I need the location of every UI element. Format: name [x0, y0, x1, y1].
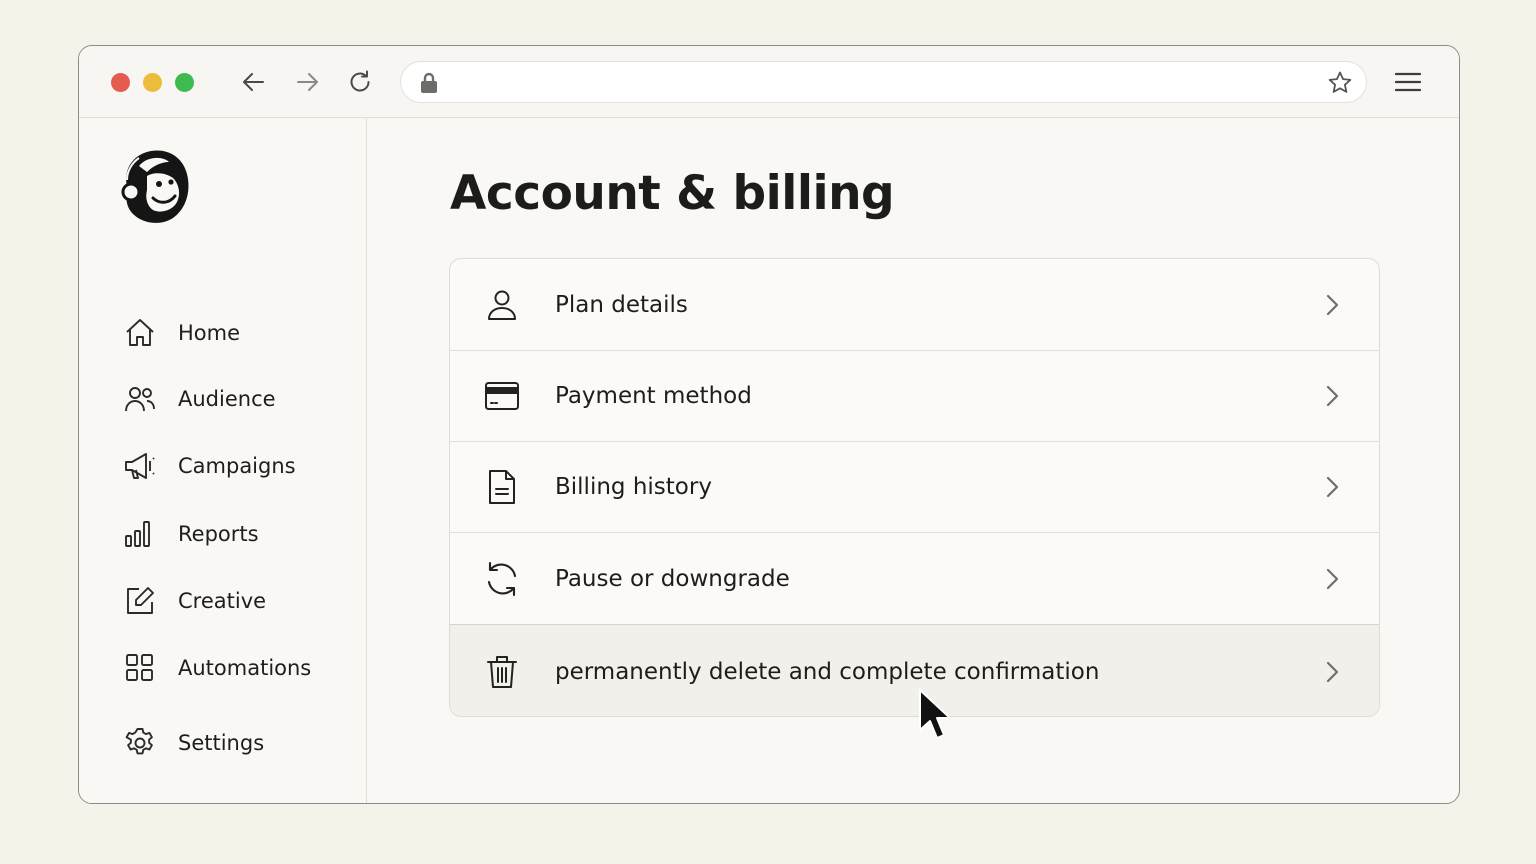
reload-icon[interactable] — [346, 68, 374, 96]
maximize-window-button[interactable] — [175, 73, 194, 92]
megaphone-icon — [123, 449, 157, 483]
sidebar-item-reports[interactable]: Reports — [123, 514, 343, 554]
plan-details-row[interactable]: Plan details — [450, 259, 1379, 351]
user-icon — [482, 285, 522, 325]
browser-toolbar — [79, 46, 1459, 118]
lock-icon — [417, 71, 441, 95]
credit-card-icon — [482, 376, 522, 416]
users-icon — [123, 382, 157, 416]
payment-method-row[interactable]: Payment method — [450, 350, 1379, 442]
chevron-right-icon — [1319, 383, 1345, 409]
chevron-right-icon — [1319, 292, 1345, 318]
billing-history-row[interactable]: Billing history — [450, 441, 1379, 533]
star-icon[interactable] — [1326, 69, 1354, 97]
pause-downgrade-row[interactable]: Pause or downgrade — [450, 533, 1379, 625]
minimize-window-button[interactable] — [143, 73, 162, 92]
mailchimp-freddie-logo[interactable] — [117, 146, 193, 226]
sidebar-item-label: Home — [178, 321, 241, 345]
row-label: Plan details — [555, 291, 688, 318]
sidebar-item-creative[interactable]: Creative — [123, 581, 343, 621]
sidebar-item-label: Reports — [178, 522, 259, 546]
edit-icon — [123, 584, 157, 618]
sidebar-item-label: Automations — [178, 656, 312, 680]
grid-icon — [123, 651, 157, 685]
sidebar-item-audience[interactable]: Audience — [123, 379, 343, 419]
chevron-right-icon — [1319, 474, 1345, 500]
arrow-left-icon[interactable] — [240, 68, 268, 96]
bar-chart-icon — [123, 517, 157, 551]
chevron-right-icon — [1319, 566, 1345, 592]
arrow-right-icon[interactable] — [293, 68, 321, 96]
sidebar-item-home[interactable]: Home — [123, 313, 343, 353]
mouse-cursor-icon — [918, 688, 958, 744]
gear-icon — [123, 726, 157, 760]
sidebar-item-settings[interactable]: Settings — [123, 723, 343, 763]
delete-account-row[interactable]: permanently delete and complete confirma… — [450, 624, 1379, 716]
home-icon — [123, 316, 157, 350]
sidebar-item-campaigns[interactable]: Campaigns — [123, 446, 343, 486]
page-title: Account & billing — [450, 166, 895, 221]
row-label: Payment method — [555, 382, 752, 409]
address-bar[interactable] — [400, 61, 1367, 103]
billing-options-list: Plan details Payment method Billing hist… — [449, 258, 1380, 717]
sidebar-item-automations[interactable]: Automations — [123, 648, 343, 688]
sidebar-item-label: Creative — [178, 589, 267, 613]
sidebar: Home Audience Campaigns Reports Creative — [79, 118, 367, 803]
document-icon — [482, 467, 522, 507]
row-label: permanently delete and complete confirma… — [555, 658, 1100, 685]
browser-window: Home Audience Campaigns Reports Creative — [78, 45, 1460, 804]
close-window-button[interactable] — [111, 73, 130, 92]
sidebar-item-label: Audience — [178, 387, 276, 411]
sidebar-item-label: Campaigns — [178, 454, 296, 478]
row-label: Pause or downgrade — [555, 565, 790, 592]
hamburger-menu-icon[interactable] — [1393, 67, 1423, 97]
url-input[interactable] — [451, 67, 1314, 97]
refresh-icon — [482, 559, 522, 599]
sidebar-item-label: Settings — [178, 731, 265, 755]
chevron-right-icon — [1319, 659, 1345, 685]
trash-icon — [482, 652, 522, 692]
main-content: Account & billing Plan details Payment m… — [368, 118, 1459, 803]
row-label: Billing history — [555, 473, 712, 500]
